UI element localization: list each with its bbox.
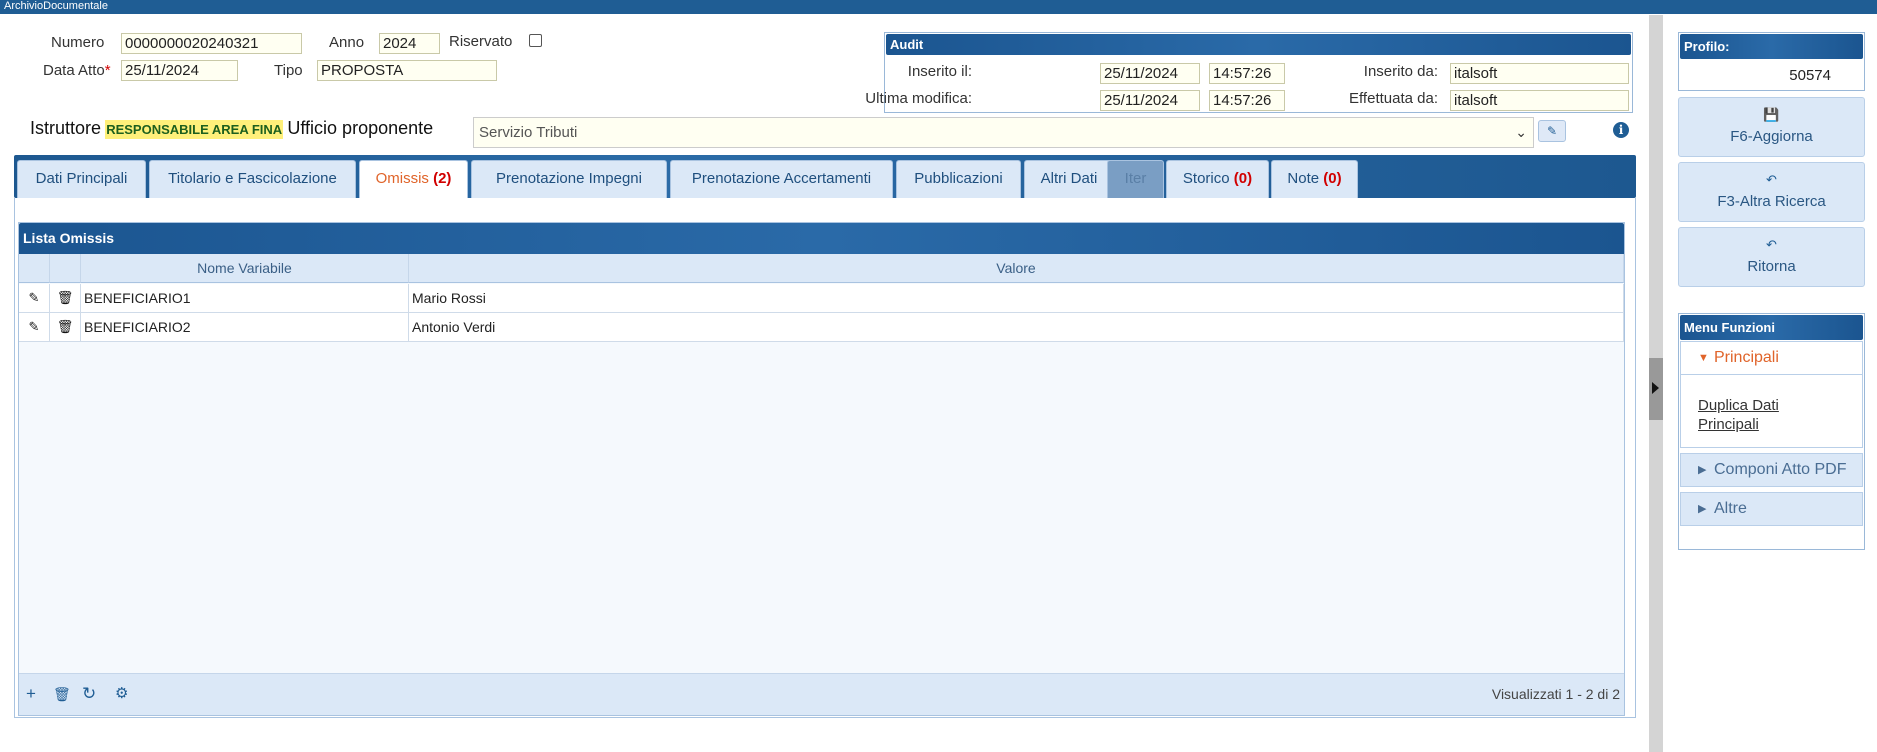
gear-icon[interactable]: ⚙ [115,684,128,704]
tab-iter: Iter [1107,160,1164,198]
ufficio-select-value: Servizio Tributi [479,124,578,141]
trash-icon[interactable]: 🗑 [50,284,81,312]
cell-valore: Antonio Verdi [409,313,1624,341]
profilo-label: Profilo: [1680,34,1863,59]
tab-count: (0) [1233,170,1253,187]
tab-omissis[interactable]: Omissis (2) [359,160,468,199]
istruttore-label: Istruttore [30,118,102,138]
ultima-modifica-label: Ultima modifica: [865,90,972,107]
duplica-dati-principali-link[interactable]: Duplica Dati Principali [1698,396,1838,434]
pencil-icon: ✎ [1546,124,1558,138]
window-title: ArchivioDocumentale [0,0,1877,14]
audit-panel: Audit Inserito il: 25/11/2024 14:57:26 I… [865,32,1633,113]
table-row[interactable]: ✎ 🗑 BENEFICIARIO1 Mario Rossi [19,284,1624,313]
caret-right-icon: ▶ [1698,464,1707,476]
altra-ricerca-button[interactable]: ↶ F3-Altra Ricerca [1678,162,1865,222]
data-atto-field[interactable]: 25/11/2024 [121,60,238,81]
col-edit-header [19,254,50,283]
trash-icon[interactable]: 🗑 [50,313,81,341]
floppy-icon: 💾 [1763,107,1780,122]
menu-funzioni-panel: Menu Funzioni ▼ Principali Duplica Dati … [1678,313,1865,550]
audit-title: Audit [886,34,1631,55]
table-row[interactable]: ✎ 🗑 BENEFICIARIO2 Antonio Verdi [19,313,1624,342]
undo-arrow-icon: ↶ [1766,237,1777,252]
ultima-modifica-time[interactable]: 14:57:26 [1209,90,1285,111]
anno-label: Anno [329,34,365,51]
caret-right-icon [1652,382,1659,394]
caret-down-icon: ▼ [1698,352,1709,364]
profilo-panel: Profilo: 50574 [1678,32,1865,91]
numero-field[interactable]: 0000000020240321 [121,33,302,54]
menu-section-componi-atto-pdf[interactable]: ▶ Componi Atto PDF [1680,453,1863,487]
inserito-da-field[interactable]: italsoft [1450,63,1629,84]
inserito-da-label: Inserito da: [1363,63,1438,80]
tab-count: (2) [433,170,452,187]
numero-label: Numero [51,34,105,51]
edit-ufficio-button[interactable]: ✎ [1538,120,1566,142]
inserito-il-label: Inserito il: [907,63,972,80]
menu-title: Menu Funzioni [1680,315,1863,340]
col-valore[interactable]: Valore [409,254,1624,283]
col-nome-variabile[interactable]: Nome Variabile [81,254,409,283]
collapse-handle[interactable] [1649,358,1663,420]
tipo-field[interactable]: PROPOSTA [317,60,497,81]
inserito-il-date[interactable]: 25/11/2024 [1100,63,1200,84]
grid-footer: + 🗑 ↻ ⚙ Visualizzati 1 - 2 di 2 [19,673,1624,715]
menu-section-altre[interactable]: ▶ Altre [1680,492,1863,526]
tab-storico[interactable]: Storico (0) [1166,160,1269,198]
refresh-icon[interactable]: ↻ [82,684,96,704]
tab-count: (0) [1323,170,1342,187]
tab-prenotazione-accertamenti[interactable]: Prenotazione Accertamenti [670,160,893,198]
ufficio-select[interactable]: Servizio Tributi ⌄ [473,117,1534,148]
required-marker: * [104,62,111,79]
tab-altri-dati[interactable]: Altri Dati [1024,160,1114,198]
grid-title: Lista Omissis [19,223,1624,254]
tab-prenotazione-impegni[interactable]: Prenotazione Impegni [471,160,667,198]
effettuata-da-label: Effettuata da: [1349,90,1438,107]
ufficio-label: Ufficio proponente [287,118,434,138]
tab-dati-principali[interactable]: Dati Principali [17,160,146,198]
pager-info: Visualizzati 1 - 2 di 2 [1491,686,1620,702]
plus-icon[interactable]: + [26,684,36,704]
data-atto-label: Data Atto* [43,62,111,79]
inserito-il-time[interactable]: 14:57:26 [1209,63,1285,84]
cell-valore: Mario Rossi [409,284,1624,312]
tab-bar: Dati Principali Titolario e Fascicolazio… [14,155,1636,199]
istruttore-value: RESPONSABILE AREA FINA [105,120,284,139]
ritorna-button[interactable]: ↶ Ritorna [1678,227,1865,287]
profilo-value: 50574 [1789,67,1831,84]
cell-nome: BENEFICIARIO2 [81,313,409,341]
riservato-label: Riservato [449,33,513,50]
effettuata-da-field[interactable]: italsoft [1450,90,1629,111]
aggiorna-button[interactable]: 💾 F6-Aggiorna [1678,97,1865,157]
anno-field[interactable]: 2024 [379,33,440,54]
pencil-icon[interactable]: ✎ [19,313,50,341]
tipo-label: Tipo [274,62,303,79]
tab-note[interactable]: Note (0) [1271,160,1358,198]
trash-icon[interactable]: 🗑 [53,684,71,704]
undo-arrow-icon: ↶ [1766,172,1777,187]
chevron-down-icon: ⌄ [1515,124,1527,140]
riservato-checkbox[interactable] [529,34,542,47]
menu-section-principali[interactable]: ▼ Principali [1680,341,1863,375]
info-icon[interactable]: i [1613,122,1629,138]
omissis-grid: Lista Omissis Nome Variabile Valore ✎ 🗑 … [18,222,1625,716]
tab-titolario[interactable]: Titolario e Fascicolazione [149,160,356,198]
pencil-icon[interactable]: ✎ [19,284,50,312]
tab-pubblicazioni[interactable]: Pubblicazioni [896,160,1021,198]
col-delete-header [50,254,81,283]
caret-right-icon: ▶ [1698,503,1707,515]
ultima-modifica-date[interactable]: 25/11/2024 [1100,90,1200,111]
cell-nome: BENEFICIARIO1 [81,284,409,312]
istruttore-row: Istruttore RESPONSABILE AREA FINA Uffici… [30,118,433,139]
